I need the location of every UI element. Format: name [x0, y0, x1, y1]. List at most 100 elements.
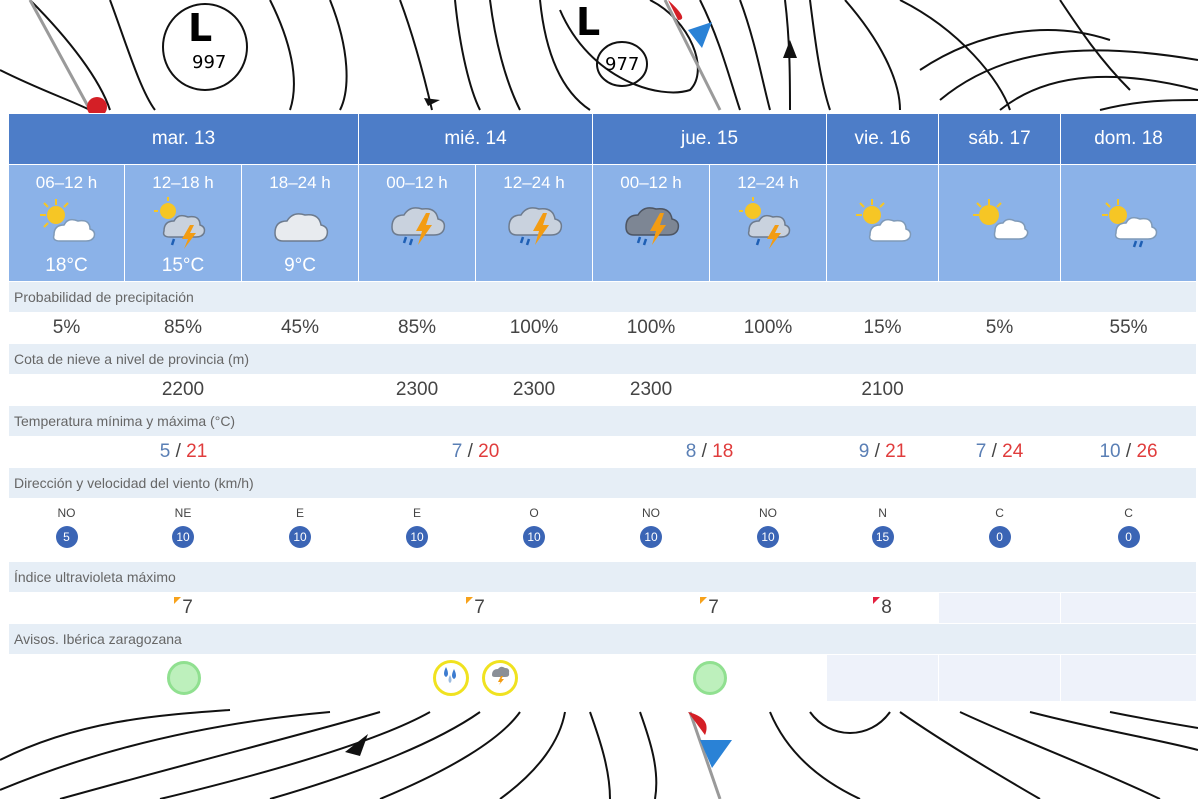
uv-orange-flag-icon: [700, 597, 708, 604]
wind-cell: E 10: [240, 498, 360, 562]
precip-value: 55%: [1060, 312, 1198, 344]
period-cell: [1060, 164, 1198, 282]
temp-separator: /: [170, 441, 187, 462]
min-temp: 10: [1099, 441, 1121, 462]
wind-direction: E: [413, 506, 422, 520]
aviso-cell-empty: [1060, 654, 1198, 702]
uv-value: 7: [182, 597, 193, 618]
precip-value: 5%: [938, 312, 1062, 344]
section-row: Cota de nieve a nivel de provincia (m): [7, 343, 1198, 375]
wind-cell: NO 5: [8, 498, 125, 562]
snow-value: [8, 374, 125, 406]
uv-row: 7 7 7 8: [7, 592, 1198, 624]
temp-separator: /: [696, 441, 713, 462]
wind-direction: N: [878, 506, 887, 520]
low-pressure-value: 997: [192, 52, 227, 73]
period-cell: [826, 164, 940, 282]
period-label: 12–18 h: [152, 173, 214, 192]
wind-direction: NO: [57, 506, 76, 520]
uv-orange-flag-icon: [466, 597, 474, 604]
snow-value: 2300: [475, 374, 594, 406]
wind-cell: C0: [1060, 498, 1198, 562]
aviso-cell: [7, 654, 360, 702]
period-cell: 00–12 h: [592, 164, 711, 282]
precip-value: 100%: [709, 312, 828, 344]
low-pressure-letter: L: [188, 6, 213, 50]
temp-separator: /: [462, 441, 479, 462]
green-warning-icon[interactable]: [166, 661, 201, 695]
uv-value: 7: [474, 597, 485, 618]
period-cell: 00–12 h: [358, 164, 477, 282]
wind-cell: NO 10: [592, 498, 711, 562]
temp-separator: /: [869, 441, 886, 462]
period-label: 12–24 h: [737, 173, 799, 192]
precip-row: 5% 85% 45% 85% 100% 100% 100% 15% 5% 55%: [8, 312, 1198, 344]
section-title-uv: Índice ultravioleta máximo: [7, 561, 1198, 593]
day-header: vie. 16: [826, 113, 940, 165]
period-temperature: 18°C: [45, 255, 88, 276]
wind-direction: NE: [174, 506, 192, 520]
storm-sun-icon: [711, 195, 826, 253]
snow-value: [938, 374, 1062, 406]
uv-cell-empty: [1060, 592, 1198, 624]
snow-value: [240, 374, 360, 406]
snow-value: 2100: [826, 374, 940, 406]
wind-direction: NO: [759, 506, 778, 520]
snow-value: 2200: [124, 374, 242, 406]
rain-warning-icon[interactable]: [433, 660, 470, 696]
wind-speed-badge: 0: [1117, 526, 1140, 548]
wind-speed-badge: 0: [988, 526, 1011, 548]
wind-direction: C: [1124, 506, 1133, 520]
period-label: 00–12 h: [386, 173, 448, 192]
wind-cell: NE 10: [124, 498, 242, 562]
min-temp: 5: [159, 441, 171, 462]
day-header: dom. 18: [1060, 113, 1198, 165]
period-cell: 12–24 h: [475, 164, 594, 282]
day-header: mar. 13: [7, 113, 360, 165]
wind-cell: O 10: [475, 498, 594, 562]
snow-value: [1060, 374, 1198, 406]
wind-speed-badge: 10: [289, 526, 311, 548]
avisos-row: [7, 654, 1198, 702]
precip-value: 85%: [124, 312, 242, 344]
wind-speed-badge: 10: [640, 526, 663, 548]
section-row: Probabilidad de precipitación: [7, 281, 1198, 313]
snow-row: 2200 2300 2300 2300 2100: [8, 374, 1198, 406]
uv-value: 8: [881, 597, 892, 618]
period-label: 12–24 h: [503, 173, 565, 192]
period-label: 00–12 h: [620, 173, 682, 192]
forecast-panel: mar. 13 mié. 14 jue. 15 vie. 16 sáb. 17 …: [7, 113, 1198, 707]
wind-direction: C: [995, 506, 1004, 520]
wind-speed-badge: 10: [757, 526, 780, 548]
snow-value: 2300: [592, 374, 711, 406]
minmax-cell: 10 / 26: [1060, 436, 1198, 468]
wind-speed-badge: 10: [172, 526, 194, 548]
uv-cell: 7: [358, 592, 594, 624]
min-temp: 7: [975, 441, 987, 462]
sun-cloud-icon: [828, 195, 938, 253]
storm-warning-icon[interactable]: [481, 660, 518, 696]
sun-rain-icon: [1062, 195, 1196, 253]
section-row: Temperatura mínima y máxima (°C): [7, 405, 1198, 437]
period-label: [940, 173, 1060, 193]
wind-speed-badge: 10: [523, 526, 546, 548]
day-header: jue. 15: [592, 113, 828, 165]
storm-rain-icon: [360, 195, 475, 253]
section-title-wind: Dirección y velocidad del viento (km/h): [7, 467, 1198, 499]
green-warning-icon[interactable]: [692, 661, 727, 695]
section-row: Avisos. Ibérica zaragozana: [7, 623, 1198, 655]
section-title-temp: Temperatura mínima y máxima (°C): [7, 405, 1198, 437]
wind-direction: NO: [642, 506, 661, 520]
wind-direction: O: [529, 506, 539, 520]
section-title-precip: Probabilidad de precipitación: [7, 281, 1198, 313]
minmax-row: 5 / 21 7 / 20 8 / 18 9 / 21 7 / 24 10 / …: [7, 436, 1198, 468]
max-temp: 21: [885, 441, 907, 462]
period-cell: 12–24 h: [709, 164, 828, 282]
max-temp: 26: [1136, 441, 1158, 462]
low-pressure-letter: L: [576, 0, 601, 44]
max-temp: 21: [186, 441, 208, 462]
max-temp: 18: [712, 441, 734, 462]
uv-cell: 7: [592, 592, 828, 624]
wind-speed-badge: 10: [406, 526, 429, 548]
period-label: 18–24 h: [269, 173, 331, 192]
